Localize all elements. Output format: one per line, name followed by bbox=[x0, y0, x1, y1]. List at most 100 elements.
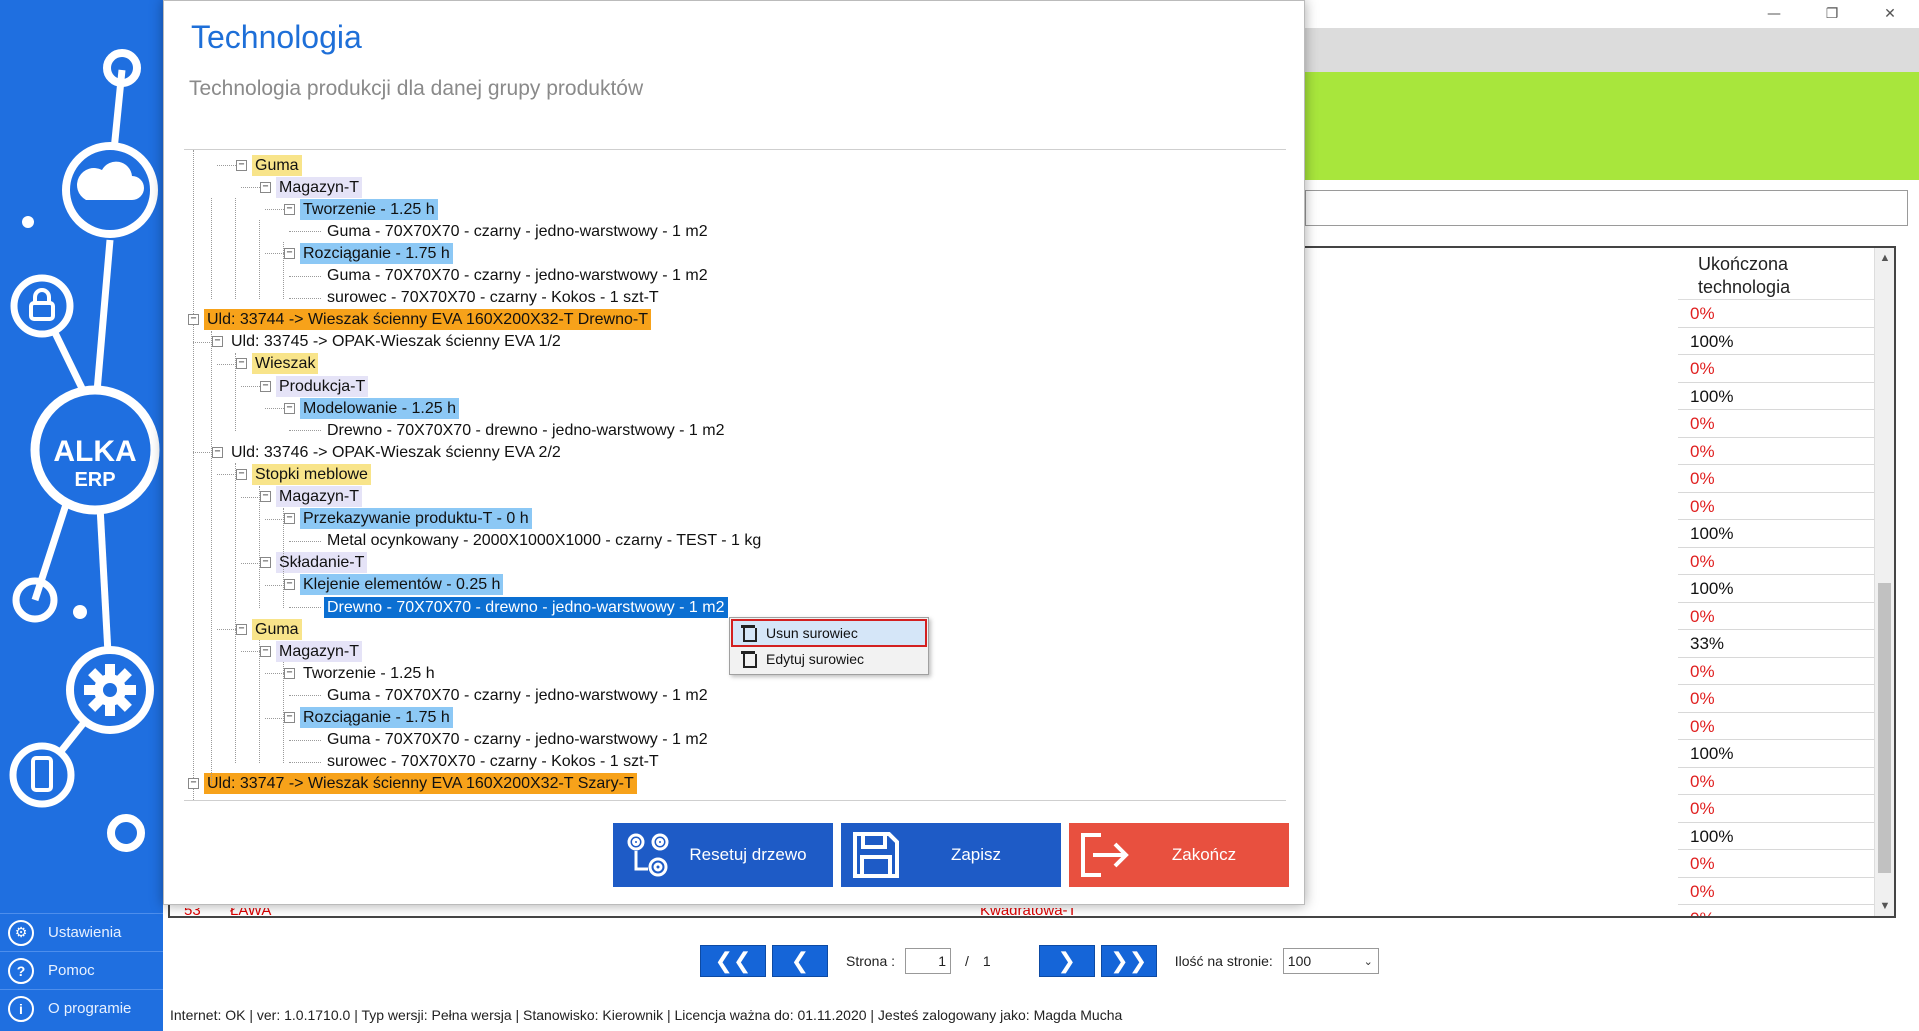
tree-node[interactable]: Metal ocynkowany - 2000X1000X1000 - czar… bbox=[324, 530, 764, 552]
collapse-icon[interactable]: − bbox=[188, 778, 199, 790]
collapse-icon[interactable]: − bbox=[236, 623, 247, 635]
tree-node[interactable]: − Tworzenie - 1.25 h bbox=[284, 198, 438, 220]
collapse-icon[interactable]: − bbox=[284, 667, 295, 679]
tree-node[interactable]: − Guma bbox=[236, 618, 302, 640]
tree-node[interactable]: − Wieszak bbox=[236, 353, 319, 375]
collapse-icon[interactable]: − bbox=[284, 579, 295, 591]
collapse-icon[interactable]: − bbox=[284, 402, 295, 414]
close-button[interactable]: ✕ bbox=[1861, 0, 1919, 28]
scroll-down-icon[interactable]: ▼ bbox=[1875, 896, 1894, 916]
tree-node[interactable]: − Modelowanie - 1.25 h bbox=[284, 397, 459, 419]
tree-node[interactable]: surowec - 70X70X70 - czarny - Kokos - 1 … bbox=[324, 751, 662, 773]
collapse-icon[interactable]: − bbox=[284, 203, 295, 215]
scroll-up-icon[interactable]: ▲ bbox=[1875, 248, 1894, 268]
tree-node[interactable]: − Magazyn-T bbox=[260, 640, 363, 662]
collapse-icon[interactable]: − bbox=[284, 513, 295, 525]
tree-node[interactable]: − Uld: 33745 -> OPAK-Wieszak ścienny EVA … bbox=[212, 331, 564, 353]
minimize-button[interactable]: — bbox=[1745, 0, 1803, 28]
table-cell-completion[interactable]: 0% bbox=[1678, 300, 1876, 328]
reset-tree-button[interactable]: Resetuj drzewo bbox=[613, 823, 833, 887]
last-page-button[interactable]: ❯❯ bbox=[1100, 945, 1157, 977]
first-page-button[interactable]: ❮❮ bbox=[700, 945, 766, 977]
collapse-icon[interactable]: − bbox=[236, 159, 247, 171]
collapse-icon[interactable]: − bbox=[260, 181, 271, 193]
tree-node[interactable]: − Produkcja-T bbox=[260, 375, 369, 397]
tree-node[interactable]: Guma - 70X70X70 - czarny - jedno-warstwo… bbox=[324, 220, 711, 242]
tree-node[interactable]: − Składanie-T bbox=[260, 552, 368, 574]
table-cell-completion[interactable]: 0% bbox=[1678, 658, 1876, 685]
collapse-icon[interactable]: − bbox=[260, 645, 271, 657]
table-cell-completion[interactable]: 0% bbox=[1678, 603, 1876, 630]
collapse-icon[interactable]: − bbox=[236, 358, 247, 370]
table-cell-completion[interactable]: 100% bbox=[1678, 383, 1876, 410]
table-scrollbar[interactable]: ▲ ▼ bbox=[1874, 248, 1894, 916]
column-header-completed-technology[interactable]: Ukończona technologia bbox=[1678, 248, 1876, 300]
table-cell-completion[interactable]: 100% bbox=[1678, 823, 1876, 850]
tree-node[interactable]: − Magazyn-T bbox=[260, 486, 363, 508]
tree-node[interactable]: − Magazyn-T bbox=[260, 176, 363, 198]
table-cell-completion[interactable]: 0% bbox=[1678, 850, 1876, 878]
table-cell-completion[interactable]: 0% bbox=[1678, 410, 1876, 438]
tree-node[interactable]: − Rozciąganie - 1.75 h bbox=[284, 707, 453, 729]
table-cell-completion[interactable]: 0% bbox=[1678, 795, 1876, 823]
collapse-icon[interactable]: − bbox=[260, 491, 271, 502]
table-cell-completion[interactable]: 0% bbox=[1678, 713, 1876, 740]
collapse-icon[interactable]: − bbox=[212, 336, 223, 348]
prev-page-button[interactable]: ❮ bbox=[772, 945, 828, 977]
table-cell-completion[interactable]: 0% bbox=[1678, 548, 1876, 575]
table-cell-completion[interactable]: 100% bbox=[1678, 740, 1876, 768]
table-cell-completion[interactable]: 0% bbox=[1678, 355, 1876, 383]
tree-node[interactable]: surowec - 70X70X70 - czarny - Kokos - 1 … bbox=[324, 287, 662, 309]
tree-node[interactable]: − Przekazywanie produktu-T - 0 h bbox=[284, 508, 532, 530]
sidebar-item-about[interactable]: i O programie bbox=[0, 989, 163, 1027]
table-cell-completion[interactable]: 0% bbox=[1678, 438, 1876, 465]
table-cell-completion[interactable]: 33% bbox=[1678, 630, 1876, 658]
status-banner bbox=[1305, 72, 1919, 180]
tree-node[interactable]: − Uld: 33744 -> Wieszak ścienny EVA 160X2… bbox=[188, 309, 651, 331]
next-page-button[interactable]: ❯ bbox=[1038, 945, 1095, 977]
tree-node-label: Stopki meblowe bbox=[252, 463, 371, 485]
table-cell-completion[interactable]: 0% bbox=[1678, 465, 1876, 493]
tree-guide-line bbox=[235, 463, 236, 763]
tree-node[interactable]: − Tworzenie - 1.25 h bbox=[284, 662, 438, 684]
tree-node[interactable]: − Uld: 33747 -> Wieszak ścienny EVA 160X2… bbox=[188, 773, 637, 795]
exit-button[interactable]: Zakończ bbox=[1069, 823, 1289, 887]
sidebar-menu: ⚙ Ustawienia ? Pomoc i O programie bbox=[0, 913, 163, 1027]
edit-material-menu-item[interactable]: Edytuj surowiec bbox=[732, 646, 926, 672]
collapse-icon[interactable]: − bbox=[284, 247, 295, 259]
table-cell-completion[interactable]: 0% bbox=[1678, 768, 1876, 795]
filter-input[interactable] bbox=[1305, 190, 1908, 226]
save-button[interactable]: Zapisz bbox=[841, 823, 1061, 887]
collapse-icon[interactable]: − bbox=[260, 380, 271, 392]
sidebar-item-settings[interactable]: ⚙ Ustawienia bbox=[0, 913, 163, 951]
table-row-partial[interactable]: 53 ŁAWA Kwadratowa-T bbox=[170, 908, 1876, 916]
tree-node[interactable]: − Stopki meblowe bbox=[236, 463, 371, 485]
collapse-icon[interactable]: − bbox=[260, 557, 271, 569]
scrollbar-thumb[interactable] bbox=[1878, 583, 1891, 873]
tree-node[interactable]: − Guma bbox=[236, 154, 302, 176]
collapse-icon[interactable]: − bbox=[284, 712, 295, 723]
tree-node[interactable]: Guma - 70X70X70 - czarny - jedno-warstwo… bbox=[324, 684, 711, 706]
collapse-icon[interactable]: − bbox=[212, 446, 223, 458]
tree-node[interactable]: Drewno - 70X70X70 - drewno - jedno-warst… bbox=[324, 596, 728, 618]
table-cell-completion[interactable]: 100% bbox=[1678, 520, 1876, 548]
restore-button[interactable]: ❐ bbox=[1803, 0, 1861, 28]
collapse-icon[interactable]: − bbox=[236, 468, 247, 480]
tree-node[interactable]: Guma - 70X70X70 - czarny - jedno-warstwo… bbox=[324, 265, 711, 287]
sidebar-item-help[interactable]: ? Pomoc bbox=[0, 951, 163, 989]
tree-node[interactable]: − Rozciąganie - 1.75 h bbox=[284, 242, 453, 264]
table-cell-completion[interactable]: 0% bbox=[1678, 685, 1876, 713]
page-number-input[interactable]: 1 bbox=[905, 948, 952, 974]
tree-node[interactable]: − Uld: 33746 -> OPAK-Wieszak ścienny EVA … bbox=[212, 441, 564, 463]
per-page-select[interactable]: 100 ⌄ bbox=[1282, 948, 1379, 974]
tree-node[interactable]: Guma - 70X70X70 - czarny - jedno-warstwo… bbox=[324, 729, 711, 751]
technology-tree[interactable]: − Guma − Magazyn-T − Tworzenie - 1.25 h Guma -… bbox=[184, 149, 1286, 801]
delete-material-menu-item[interactable]: Usun surowiec bbox=[731, 619, 927, 647]
tree-node[interactable]: Drewno - 70X70X70 - drewno - jedno-warst… bbox=[324, 419, 728, 441]
tree-node[interactable]: − Klejenie elementów - 0.25 h bbox=[284, 574, 504, 596]
table-cell-completion[interactable]: 100% bbox=[1678, 575, 1876, 603]
table-cell-completion[interactable]: 0% bbox=[1678, 878, 1876, 905]
table-cell-completion[interactable]: 0% bbox=[1678, 493, 1876, 520]
table-cell-completion[interactable]: 100% bbox=[1678, 328, 1876, 355]
collapse-icon[interactable]: − bbox=[188, 314, 199, 326]
